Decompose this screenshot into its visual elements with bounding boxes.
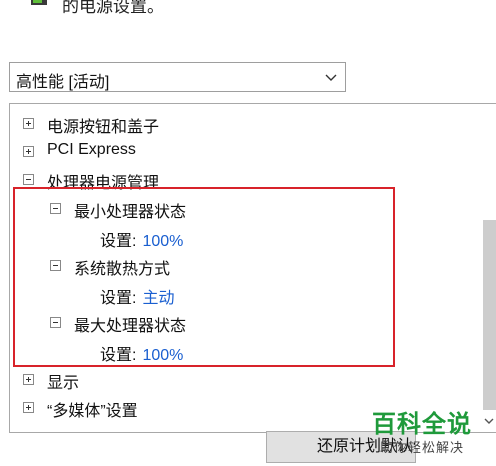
chevron-down-icon — [325, 74, 337, 81]
scrollbar-thumb[interactable] — [483, 220, 496, 410]
expand-icon[interactable] — [23, 118, 34, 129]
power-settings-tree[interactable]: 电源按钮和盖子 PCI Express 处理器电源管理 最小处理器状态 设置: 1… — [9, 103, 496, 433]
collapse-icon[interactable] — [50, 317, 61, 328]
watermark-title: 百科全说 — [372, 411, 472, 438]
setting-value[interactable]: 主动 — [142, 290, 174, 307]
battery-settings-icon — [31, 0, 47, 5]
setting-value[interactable]: 100% — [142, 347, 183, 364]
power-plan-select[interactable]: 高性能 [活动] — [9, 62, 346, 92]
setting-min-processor-state[interactable]: 设置: 100% — [100, 227, 183, 250]
scroll-down-arrow-icon[interactable] — [484, 416, 494, 426]
collapse-icon[interactable] — [50, 260, 61, 271]
watermark-subtitle: 助你轻松解决 — [380, 440, 465, 455]
expand-icon[interactable] — [23, 402, 34, 413]
setting-value[interactable]: 100% — [142, 233, 183, 250]
expand-icon[interactable] — [23, 374, 34, 385]
collapse-icon[interactable] — [23, 174, 34, 185]
header-description: 的电源设置。 — [62, 0, 164, 16]
setting-max-processor-state[interactable]: 设置: 100% — [100, 341, 183, 364]
expand-icon[interactable] — [23, 146, 34, 157]
power-plan-value: 高性能 [活动] — [16, 74, 110, 91]
setting-system-cooling[interactable]: 设置: 主动 — [100, 284, 174, 307]
collapse-icon[interactable] — [50, 203, 61, 214]
